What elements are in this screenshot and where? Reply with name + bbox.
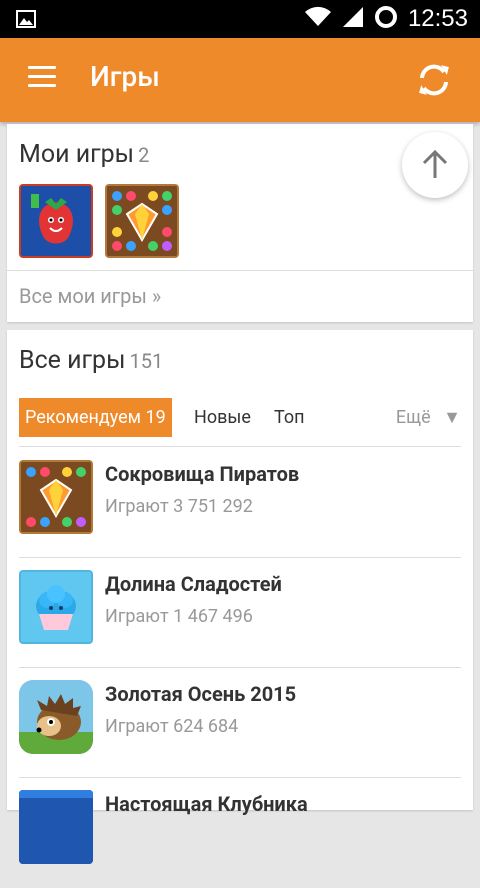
all-my-games-link[interactable]: Все мои игры » <box>19 284 161 308</box>
hamburger-menu-icon[interactable] <box>28 66 56 88</box>
game-players: Играют 3 751 292 <box>105 496 253 517</box>
blue-game-icon <box>19 790 93 864</box>
cupcake-game-icon <box>19 570 93 644</box>
list-item[interactable]: Долина Сладостей Играют 1 467 496 <box>19 558 461 668</box>
gems-game-icon <box>19 460 93 534</box>
game-players: Играют 1 467 496 <box>105 606 253 627</box>
signal-icon <box>342 6 364 32</box>
tab-more-label: Ещё <box>395 407 431 428</box>
image-notification-icon <box>16 9 36 33</box>
my-games-count: 2 <box>138 143 150 167</box>
game-name: Настоящая Клубника <box>105 792 308 816</box>
all-games-heading: Все игры 151 <box>19 346 163 375</box>
tab-more[interactable]: Ещё ▼ <box>396 398 461 437</box>
triangle-down-icon: ▼ <box>443 407 461 428</box>
scroll-up-button[interactable] <box>402 132 468 198</box>
list-item[interactable]: Золотая Осень 2015 Играют 624 684 <box>19 668 461 778</box>
tab-new[interactable]: Новые <box>194 398 251 437</box>
clock: 12:53 <box>407 5 468 32</box>
status-bar: 12:53 <box>0 0 480 38</box>
tabs-divider <box>19 446 461 447</box>
wifi-icon <box>304 6 332 32</box>
all-games-count: 151 <box>129 349 164 373</box>
filter-tabs: Рекомендуем 19 Новые Топ Ещё ▼ <box>19 398 461 438</box>
tab-top[interactable]: Топ <box>274 398 305 437</box>
game-players: Играют 624 684 <box>105 716 239 737</box>
all-games-title: Все игры <box>19 346 126 375</box>
tab-recommended[interactable]: Рекомендуем 19 <box>19 398 172 437</box>
refresh-icon[interactable] <box>414 60 454 100</box>
list-item[interactable]: Настоящая Клубника <box>19 778 461 888</box>
my-games-heading: Мои игры 2 <box>19 140 149 169</box>
app-bar: Игры <box>0 38 480 122</box>
sync-icon <box>374 5 398 33</box>
divider <box>7 270 473 271</box>
strawberry-game-icon[interactable] <box>19 184 93 258</box>
list-item[interactable]: Сокровища Пиратов Играют 3 751 292 <box>19 448 461 558</box>
game-name: Долина Сладостей <box>105 572 282 596</box>
my-games-icons <box>19 184 179 258</box>
gems-game-icon[interactable] <box>105 184 179 258</box>
hedgehog-game-icon <box>19 680 93 754</box>
all-games-card: Все игры 151 Рекомендуем 19 Новые Топ Ещё… <box>7 330 473 864</box>
page-title: Игры <box>90 60 160 93</box>
game-name: Сокровища Пиратов <box>105 462 300 486</box>
arrow-up-icon <box>422 149 448 178</box>
my-games-title: Мои игры <box>19 140 135 169</box>
game-name: Золотая Осень 2015 <box>105 682 297 706</box>
